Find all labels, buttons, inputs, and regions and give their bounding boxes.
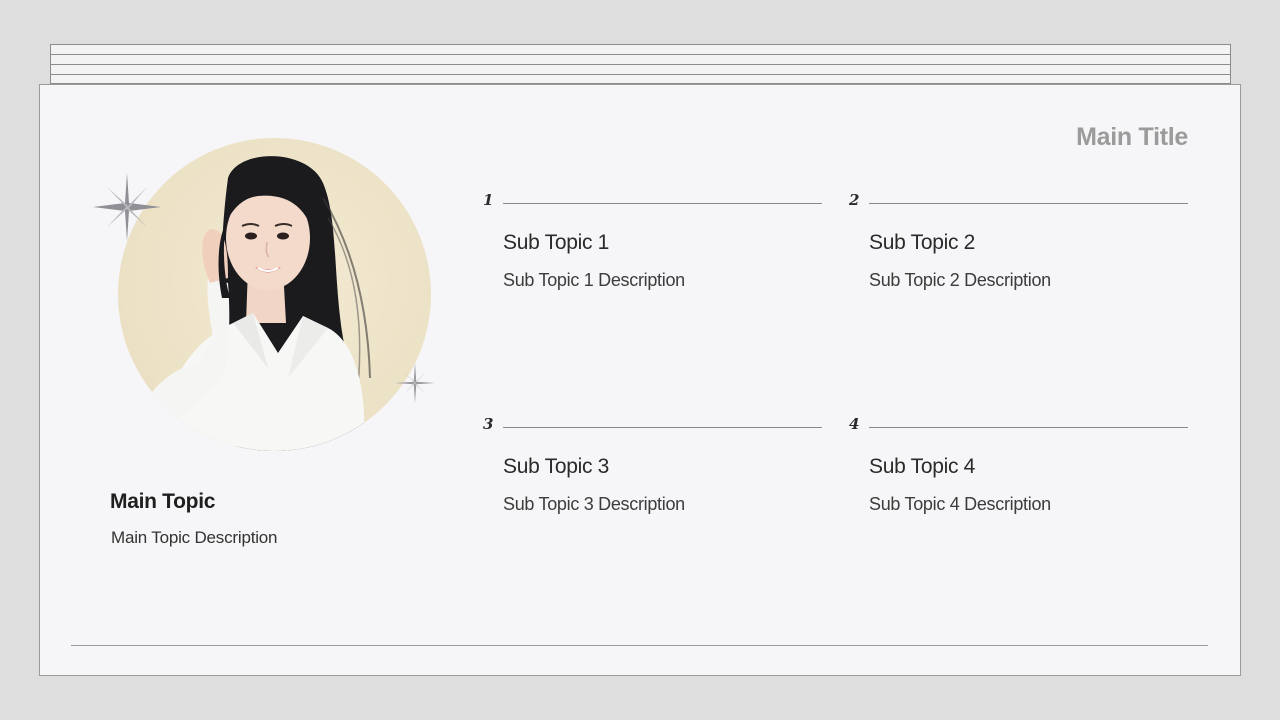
slide-card: Main Title Main Topic Main Topic Descrip… bbox=[39, 84, 1241, 676]
sub-topic-4: 4 Sub Topic 4 Sub Topic 4 Description bbox=[849, 415, 1188, 535]
sub-topic-1: 1 Sub Topic 1 Sub Topic 1 Description bbox=[483, 191, 822, 311]
sub-topic-description: Sub Topic 4 Description bbox=[869, 494, 1051, 514]
sub-topic-number: 4 bbox=[849, 415, 860, 433]
sub-topic-number: 3 bbox=[483, 415, 494, 433]
sub-topic-description: Sub Topic 2 Description bbox=[869, 270, 1051, 290]
sub-topic-divider bbox=[869, 203, 1188, 204]
sub-topic-title: Sub Topic 4 bbox=[869, 455, 976, 478]
portrait-photo bbox=[118, 138, 431, 451]
main-topic-description: Main Topic Description bbox=[111, 528, 278, 547]
sub-topic-title: Sub Topic 3 bbox=[503, 455, 610, 478]
sub-topic-divider bbox=[869, 427, 1188, 428]
sparkle-icon bbox=[93, 173, 161, 241]
sub-topic-divider bbox=[503, 427, 822, 428]
main-topic-title: Main Topic bbox=[110, 490, 216, 513]
main-title: Main Title bbox=[1076, 123, 1188, 151]
portrait-illustration bbox=[138, 156, 371, 451]
sub-topic-2: 2 Sub Topic 2 Sub Topic 2 Description bbox=[849, 191, 1188, 311]
stacked-sheet-4 bbox=[50, 74, 1231, 84]
sub-topic-divider bbox=[503, 203, 822, 204]
sub-topic-title: Sub Topic 1 bbox=[503, 231, 610, 254]
sub-topic-3: 3 Sub Topic 3 Sub Topic 3 Description bbox=[483, 415, 822, 535]
sub-topic-number: 1 bbox=[483, 191, 494, 209]
sub-topic-title: Sub Topic 2 bbox=[869, 231, 976, 254]
sub-topic-description: Sub Topic 3 Description bbox=[503, 494, 685, 514]
sparkle-icon bbox=[395, 363, 435, 403]
sub-topic-number: 2 bbox=[849, 191, 860, 209]
sub-topic-description: Sub Topic 1 Description bbox=[503, 270, 685, 290]
footer-divider bbox=[71, 645, 1208, 646]
